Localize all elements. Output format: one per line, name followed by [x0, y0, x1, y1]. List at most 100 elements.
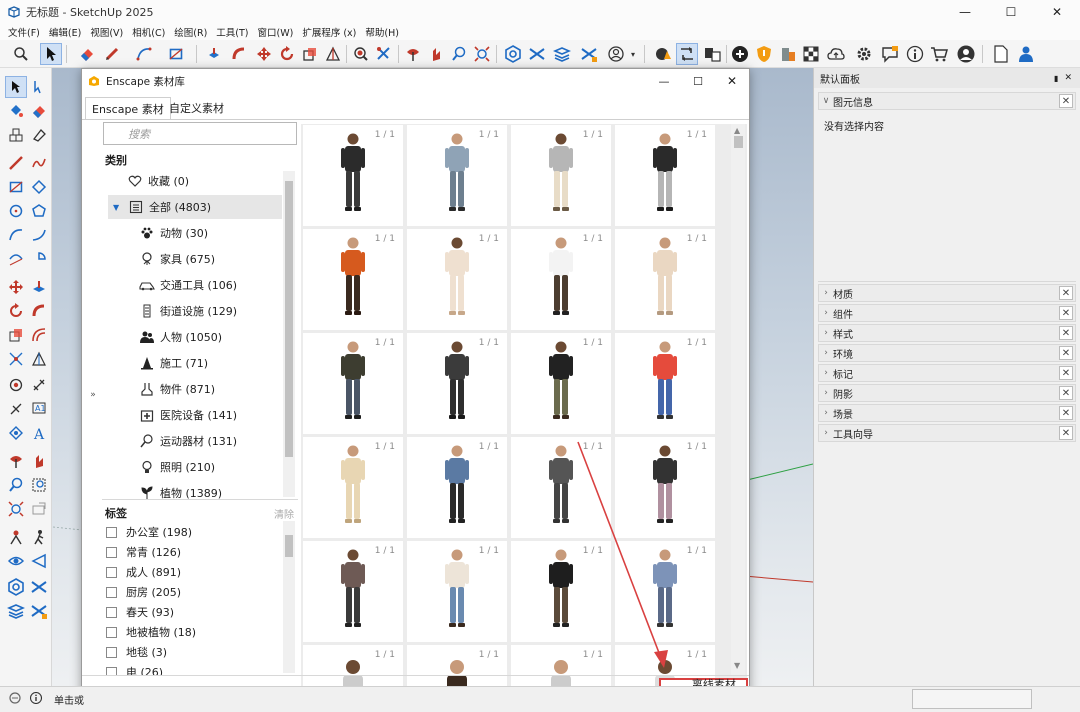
category-sports[interactable]: 运动器材 (131) — [138, 429, 297, 453]
styles-section[interactable]: › 样式 ✕ — [818, 324, 1076, 342]
asset-thumbnail[interactable]: 1 / 1 — [511, 333, 611, 434]
dimension-icon[interactable] — [28, 374, 50, 396]
pin-icon[interactable]: ▮ — [1054, 74, 1058, 83]
checkbox[interactable] — [106, 566, 117, 578]
materials-section[interactable]: › 材质 ✕ — [818, 284, 1076, 302]
category-lighting[interactable]: 照明 (210) — [138, 455, 297, 479]
asset-thumbnail[interactable]: 1 / 1 — [615, 437, 715, 538]
building-icon[interactable] — [777, 43, 799, 65]
tag-checkbox-spring[interactable]: 春天 (93) — [106, 603, 174, 621]
minimize-button[interactable]: — — [942, 0, 988, 24]
enscape-render-icon[interactable] — [526, 43, 548, 65]
position-camera-icon[interactable] — [5, 526, 27, 548]
lasso-icon[interactable] — [28, 76, 50, 98]
entity-info-section[interactable]: ∨ 图元信息 ✕ — [818, 92, 1076, 110]
push-pull-tool-icon[interactable] — [28, 276, 50, 298]
asset-thumbnail[interactable]: 1 / 1 — [303, 333, 403, 434]
category-construction[interactable]: 施工 (71) — [138, 351, 297, 375]
category-vehicles[interactable]: 交通工具 (106) — [138, 273, 297, 297]
zoom-extents-icon[interactable] — [471, 43, 493, 65]
tag-checkbox-carpet[interactable]: 地毯 (3) — [106, 643, 167, 661]
section-plane-tool-icon[interactable] — [5, 422, 27, 444]
category-scrollbar[interactable] — [283, 171, 295, 497]
shadows-section[interactable]: › 阴影 ✕ — [818, 384, 1076, 402]
asset-thumbnail[interactable]: 1 / 1 — [615, 333, 715, 434]
category-plants[interactable]: 植物 (1389) — [138, 481, 297, 499]
category-furniture[interactable]: 家具 (675) — [138, 247, 297, 271]
circle-tool-icon[interactable] — [5, 200, 27, 222]
checkbox[interactable] — [106, 646, 117, 658]
eraser-tool-icon[interactable] — [28, 100, 50, 122]
move-icon[interactable] — [253, 43, 275, 65]
menu-tools[interactable]: 工具(T) — [216, 25, 248, 39]
category-all[interactable]: ▼ 全部 (4803) — [108, 195, 282, 219]
measurements-box[interactable] — [912, 689, 1032, 709]
text-tool-icon[interactable]: A1 — [28, 398, 50, 420]
enscape-layers-tool-icon[interactable] — [5, 600, 27, 622]
checkbox[interactable] — [106, 606, 117, 618]
info-icon[interactable] — [30, 692, 42, 704]
scenes-section[interactable]: › 场景 ✕ — [818, 404, 1076, 422]
environment-section[interactable]: › 环境 ✕ — [818, 344, 1076, 362]
section-plane-icon[interactable] — [322, 43, 344, 65]
tag-checkbox-office[interactable]: 办公室 (198) — [106, 523, 192, 541]
pan-tool-icon[interactable] — [28, 450, 50, 472]
info-icon[interactable] — [904, 43, 926, 65]
asset-library-icon[interactable] — [676, 43, 698, 65]
section-fill-icon[interactable] — [28, 550, 50, 572]
tags-section[interactable]: › 标记 ✕ — [818, 364, 1076, 382]
previous-view-icon[interactable] — [28, 498, 50, 520]
look-around-icon[interactable] — [5, 550, 27, 572]
dialog-close-button[interactable]: ✕ — [715, 74, 749, 88]
category-people[interactable]: 人物 (1050) — [138, 325, 297, 349]
menu-extensions[interactable]: 扩展程序 (x) — [302, 25, 356, 39]
close-button[interactable]: ✕ — [1034, 0, 1080, 24]
pencil-icon[interactable] — [101, 43, 123, 65]
close-icon[interactable]: ✕ — [1059, 346, 1073, 360]
enscape-sync-icon[interactable] — [578, 43, 600, 65]
line-tool-icon[interactable] — [5, 152, 27, 174]
enscape-layers-icon[interactable] — [551, 43, 573, 65]
tag-checkbox-evergreen[interactable]: 常青 (126) — [106, 543, 181, 561]
rectangle-tool-icon[interactable] — [5, 176, 27, 198]
tray-close-icon[interactable]: ✕ — [1064, 73, 1072, 83]
freehand-icon[interactable] — [28, 152, 50, 174]
close-icon[interactable]: ✕ — [1059, 366, 1073, 380]
walk-tool-icon[interactable] — [5, 450, 27, 472]
close-icon[interactable]: ✕ — [1059, 406, 1073, 420]
tag-scrollbar[interactable] — [283, 521, 295, 673]
enscape-start-icon[interactable] — [5, 576, 27, 598]
asset-thumbnail[interactable]: 1 / 1 — [615, 125, 715, 226]
paint-bucket-tool-icon[interactable] — [5, 100, 27, 122]
3d-text-icon[interactable]: A — [28, 422, 50, 444]
geo-location-icon[interactable] — [9, 692, 21, 704]
category-objects[interactable]: 物件 (871) — [138, 377, 297, 401]
component-icon[interactable] — [5, 124, 27, 146]
asset-thumbnail[interactable]: 1 / 1 — [303, 541, 403, 642]
layout-icon[interactable] — [701, 43, 723, 65]
rotate-icon[interactable] — [276, 43, 298, 65]
add-icon[interactable] — [729, 43, 751, 65]
arc-icon[interactable] — [133, 43, 155, 65]
asset-thumbnail[interactable]: 1 / 1 — [407, 437, 507, 538]
follow-me-tool-icon[interactable] — [28, 300, 50, 322]
asset-thumbnail[interactable]: 1 / 1 — [407, 229, 507, 330]
tag-eraser-icon[interactable] — [28, 124, 50, 146]
comment-icon[interactable] — [879, 43, 901, 65]
protractor-icon[interactable] — [28, 348, 50, 370]
components-section[interactable]: › 组件 ✕ — [818, 304, 1076, 322]
instructor-section[interactable]: › 工具向导 ✕ — [818, 424, 1076, 442]
orbit-tool-icon[interactable] — [5, 374, 27, 396]
asset-thumbnail[interactable]: 1 / 1 — [511, 437, 611, 538]
checkbox[interactable] — [106, 586, 117, 598]
search-icon[interactable] — [10, 43, 32, 65]
select-arrow-icon[interactable] — [40, 43, 62, 65]
select-tool-icon[interactable] — [5, 76, 27, 98]
category-hospital[interactable]: 医院设备 (141) — [138, 403, 297, 427]
close-icon[interactable]: ✕ — [1059, 306, 1073, 320]
three-point-arc-icon[interactable] — [5, 248, 27, 270]
dialog-minimize-button[interactable]: — — [647, 75, 681, 88]
zoom-extents-tool-icon[interactable] — [5, 498, 27, 520]
zoom-tool-icon[interactable] — [5, 474, 27, 496]
checker-icon[interactable] — [800, 43, 822, 65]
